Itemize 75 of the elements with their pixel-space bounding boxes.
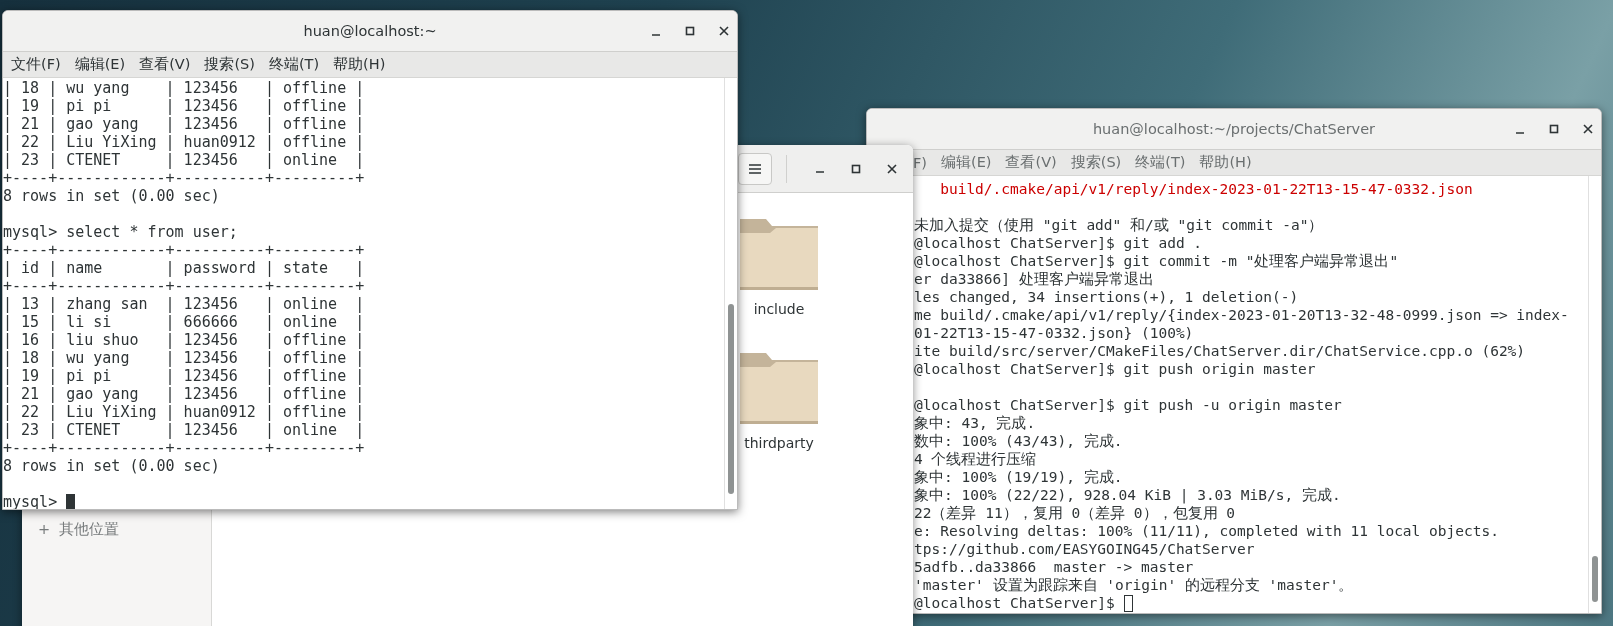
- close-icon: [887, 163, 897, 174]
- terminal-line: 'master' 设置为跟踪来自 'origin' 的远程分支 'master'。: [914, 576, 1354, 594]
- menu-item[interactable]: 文件(F): [11, 55, 61, 74]
- menu-icon: [748, 162, 762, 175]
- menu-button[interactable]: [738, 152, 772, 185]
- terminal-line: mysql> select * from user;: [3, 223, 238, 241]
- terminal-line: | id | name | password | state |: [3, 259, 365, 277]
- minimize-icon: [816, 171, 824, 173]
- terminal-line: e: Resolving deltas: 100% (11/11), completed with 11 local objects.: [914, 522, 1499, 540]
- terminal-line: les changed, 34 insertions(+), 1 deletion(-): [914, 288, 1299, 306]
- menu-item[interactable]: 终端(T): [268, 55, 320, 74]
- terminal-line: 象中: 43, 完成.: [914, 414, 1036, 432]
- menu-item[interactable]: 编辑(E): [941, 153, 992, 172]
- terminal-prompt: @localhost ChatServer]$: [914, 594, 1115, 612]
- sidebar-item[interactable]: + 其他位置: [22, 517, 211, 541]
- minimize-icon: [1516, 131, 1524, 134]
- terminal-line: 象中: 100% (19/19), 完成.: [914, 468, 1123, 486]
- terminal-line: | 21 | gao yang | 123456 | offline |: [3, 385, 365, 403]
- maximize-icon: [851, 163, 861, 174]
- terminal-line: | 18 | wu yang | 123456 | offline |: [3, 349, 365, 367]
- menu-item[interactable]: 终端(T): [1135, 153, 1186, 172]
- terminal-line: | 23 | CTENET | 123456 | online |: [3, 151, 365, 169]
- terminal-line: 象中: 100% (22/22), 928.04 KiB | 3.03 MiB/s, 完成.: [914, 486, 1341, 504]
- terminal-line: +----+------------+----------+---------+: [3, 439, 365, 457]
- maximize-icon: [685, 26, 695, 36]
- terminal-line: tps://github.com/EASYGOING45/ChatServer: [914, 540, 1255, 558]
- terminal-line: | 21 | gao yang | 123456 | offline |: [3, 115, 365, 133]
- terminal-line: | 19 | pi pi | 123456 | offline |: [3, 97, 365, 115]
- terminal-line: 未加入提交（使用 "git add" 和/或 "git commit -a"）: [914, 216, 1324, 234]
- window-title: huan@localhost:~: [303, 23, 437, 39]
- folder-item[interactable]: include: [738, 213, 820, 317]
- menu-item[interactable]: 帮助(H): [1199, 153, 1252, 172]
- terminal-line: 数中: 100% (43/43), 完成.: [914, 432, 1123, 450]
- menu-item[interactable]: 帮助(H): [333, 55, 386, 74]
- menu-item[interactable]: F): [913, 154, 927, 171]
- terminal-line: | 23 | CTENET | 123456 | online |: [3, 421, 365, 439]
- folder-name: thirdparty: [744, 435, 814, 451]
- terminal-line: er da33866] 处理客户端异常退出: [914, 270, 1154, 288]
- terminal-line: @localhost ChatServer]$ git push origin master: [914, 360, 1316, 378]
- menu-item[interactable]: 查看(V): [139, 55, 191, 74]
- terminal-line: 8 rows in set (0.00 sec): [3, 187, 220, 205]
- minimize-icon: [652, 33, 660, 36]
- menu-item[interactable]: 搜索(S): [1070, 153, 1122, 172]
- terminal-line: 8 rows in set (0.00 sec): [3, 457, 220, 475]
- terminal-line: +----+------------+----------+---------+: [3, 241, 365, 259]
- terminal-line: | 13 | zhang san | 123456 | online |: [3, 295, 365, 313]
- terminal-line: build/.cmake/api/v1/reply/index-2023-01-22T13-15-47-0332.json: [940, 180, 1473, 198]
- terminal-line: 22（差异 11），复用 0（差异 0），包复用 0: [914, 504, 1236, 522]
- scrollbar-thumb[interactable]: [1592, 556, 1598, 602]
- close-icon: [719, 26, 729, 36]
- scrollbar-thumb[interactable]: [728, 304, 734, 494]
- terminal-line: 4 个线程进行压缩: [914, 450, 1037, 468]
- terminal-line: +----+------------+----------+---------+: [3, 169, 365, 187]
- terminal-line: | 18 | wu yang | 123456 | offline |: [3, 79, 365, 97]
- menu-item[interactable]: 编辑(E): [74, 55, 126, 74]
- terminal-line: 01-22T13-15-47-0332.json} (100%): [914, 324, 1194, 342]
- terminal-line: +----+------------+----------+---------+: [3, 277, 365, 295]
- terminal-line: 5adfb..da33866 master -> master: [914, 558, 1194, 576]
- terminal-line: me build/.cmake/api/v1/reply/{index-2023-01-20T13-32-48-0999.json => index-: [914, 306, 1569, 324]
- window-title: huan@localhost:~/projects/ChatServer: [1092, 121, 1376, 137]
- maximize-icon: [1549, 124, 1559, 134]
- folder-item[interactable]: thirdparty: [738, 347, 820, 451]
- terminal-line: | 22 | Liu YiXing | huan0912 | offline |: [3, 403, 365, 421]
- menu-item[interactable]: 查看(V): [1005, 153, 1057, 172]
- terminal-line: ite build/src/server/CMakeFiles/ChatServer.dir/ChatService.cpp.o (62%): [914, 342, 1526, 360]
- close-icon: [1583, 124, 1593, 134]
- terminal-line: | 16 | liu shuo | 123456 | offline |: [3, 331, 365, 349]
- terminal-line: | 19 | pi pi | 123456 | offline |: [3, 367, 365, 385]
- terminal-line: @localhost ChatServer]$ git add .: [914, 234, 1203, 252]
- terminal-line: | 22 | Liu YiXing | huan0912 | offline |: [3, 133, 365, 151]
- terminal-line: | 15 | li si | 666666 | online |: [3, 313, 365, 331]
- terminal-line: @localhost ChatServer]$ git commit -m "处理客户端异常退出": [914, 252, 1399, 270]
- terminal-line: @localhost ChatServer]$ git push -u origin master: [914, 396, 1342, 414]
- folder-name: include: [753, 301, 805, 317]
- menu-item[interactable]: 搜索(S): [204, 55, 255, 74]
